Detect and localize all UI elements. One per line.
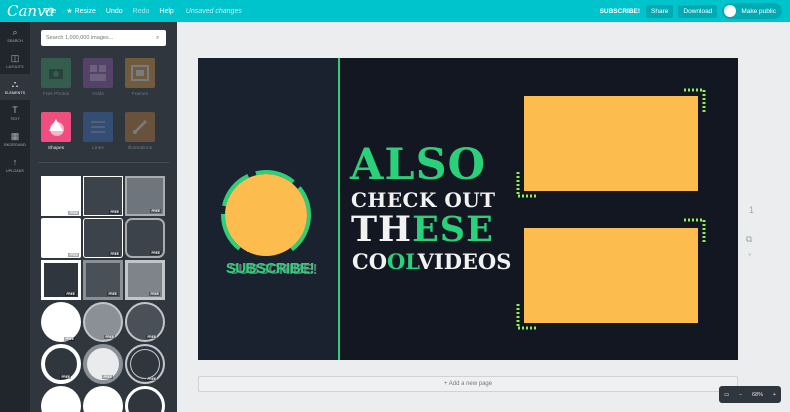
category-shapes[interactable]: Shapes	[41, 112, 71, 151]
shape-rounded-gray[interactable]: FREE	[125, 218, 165, 258]
shape-frame-light[interactable]: FREE	[125, 260, 165, 300]
elements-panel: ⌕ Free Photos Grids Frames Shapes Lines	[30, 22, 177, 412]
present-icon[interactable]: ▭	[724, 392, 729, 398]
add-page-button[interactable]: + Add a new page	[198, 376, 738, 392]
canvas-divider-line[interactable]	[338, 58, 340, 360]
image-search: ⌕	[41, 30, 166, 46]
frame-icon	[125, 58, 155, 88]
zoom-control: ▭ − 68% +	[719, 386, 781, 403]
shape-square-white[interactable]: FREE	[41, 176, 81, 216]
main-menu: File ★ Resize Undo Redo Help Unsaved cha…	[45, 7, 252, 16]
shape-circle-white[interactable]: FREE	[41, 302, 81, 342]
category-lines[interactable]: Lines	[83, 112, 113, 151]
headline-these[interactable]: THESE	[351, 212, 494, 247]
shape-circle-gray[interactable]: FREE	[83, 302, 123, 342]
text-icon: T	[12, 104, 18, 115]
document-title[interactable]: SUBSCRIBE!	[600, 8, 640, 15]
photo-circle[interactable]	[225, 174, 307, 256]
search-input[interactable]	[46, 35, 156, 41]
shape-circle-dark[interactable]: FREE	[125, 302, 165, 342]
rail-background[interactable]: ▦ BKGROUND	[0, 126, 30, 152]
delete-page-icon[interactable]: ▾	[748, 251, 752, 259]
rail-layouts[interactable]: ◫ LAYOUTS	[0, 48, 30, 74]
top-bar: Canva File ★ Resize Undo Redo Help Unsav…	[0, 0, 790, 22]
video-placeholder-2[interactable]	[524, 228, 698, 323]
menu-help[interactable]: Help	[159, 8, 173, 15]
panel-divider	[38, 162, 169, 163]
left-rail: ⌕ SEARCH ◫ LAYOUTS ⛬ ELEMENTS T TEXT ▦ B…	[0, 22, 30, 412]
video-placeholder-1[interactable]	[524, 96, 698, 191]
search-submit-icon[interactable]: ⌕	[156, 35, 159, 42]
corner-bracket-top-right-1[interactable]	[682, 86, 708, 114]
rail-text[interactable]: T TEXT	[0, 100, 30, 126]
grid-icon	[83, 58, 113, 88]
share-button[interactable]: Share	[646, 4, 674, 18]
rail-search[interactable]: ⌕ SEARCH	[0, 22, 30, 48]
search-icon: ⌕	[12, 26, 18, 37]
zoom-out-button[interactable]: −	[739, 392, 742, 398]
corner-bracket-top-right-2[interactable]	[682, 216, 708, 244]
shape-circle-white-2[interactable]	[41, 386, 81, 412]
page-number: 1	[749, 205, 755, 215]
camera-icon	[41, 58, 71, 88]
rail-uploads[interactable]: ↑ UPLOADS	[0, 152, 30, 178]
top-actions: SUBSCRIBE! Share Download Make public	[600, 0, 782, 22]
menu-redo[interactable]: Redo	[133, 8, 150, 15]
shape-ring-gray[interactable]: FREE	[83, 344, 123, 384]
zoom-in-button[interactable]: +	[773, 392, 776, 398]
shapes-icon	[41, 112, 71, 142]
background-icon: ▦	[10, 130, 20, 141]
shape-rounded-white[interactable]: FREE	[41, 218, 81, 258]
elements-icon: ⛬	[11, 78, 19, 89]
zoom-level[interactable]: 68%	[752, 392, 763, 398]
brush-icon	[125, 112, 155, 142]
corner-bracket-bottom-left-1[interactable]	[514, 170, 540, 200]
corner-bracket-bottom-left-2[interactable]	[514, 302, 540, 332]
lines-icon	[83, 112, 113, 142]
headline-cool-videos[interactable]: COOLVIDEOS	[352, 251, 511, 272]
shape-square-gray[interactable]: FREE	[125, 176, 165, 216]
shape-ring-double[interactable]: FREE	[125, 344, 165, 384]
save-status: Unsaved changes	[185, 7, 242, 15]
category-grids[interactable]: Grids	[83, 58, 113, 97]
design-canvas[interactable]: SUBSCRIBE! SUBSCRIBE! ALSO CHECK OUT THE…	[198, 58, 738, 360]
layouts-icon: ◫	[10, 52, 20, 63]
copy-page-icon[interactable]: ⧉	[746, 234, 752, 245]
menu-undo[interactable]: Undo	[106, 8, 123, 15]
shape-ring-white[interactable]: FREE	[41, 344, 81, 384]
rail-elements[interactable]: ⛬ ELEMENTS	[0, 74, 30, 100]
avatar	[724, 5, 737, 17]
shape-frame-white[interactable]: FREE	[41, 260, 81, 300]
uploads-icon: ↑	[12, 156, 18, 167]
category-free-photos[interactable]: Free Photos	[41, 58, 71, 97]
menu-file[interactable]: File	[45, 8, 56, 15]
shape-frame-gray[interactable]: FREE	[83, 260, 123, 300]
headline-also[interactable]: ALSO	[350, 144, 486, 187]
shape-circle-white-3[interactable]	[83, 386, 123, 412]
star-icon: ★	[66, 8, 73, 15]
make-public-button[interactable]: Make public	[722, 3, 782, 19]
canva-logo[interactable]: Canva	[7, 2, 55, 20]
download-button[interactable]: Download	[678, 4, 718, 18]
category-illustrations[interactable]: Illustrations	[125, 112, 155, 151]
shape-square-outline[interactable]: FREE	[83, 176, 123, 216]
shape-ring-white-2[interactable]	[125, 386, 165, 412]
shape-rounded-outline[interactable]: FREE	[83, 218, 123, 258]
subscribe-text[interactable]: SUBSCRIBE!	[208, 260, 332, 277]
headline-check-out[interactable]: CHECK OUT	[351, 190, 496, 210]
category-frames[interactable]: Frames	[125, 58, 155, 97]
menu-resize[interactable]: ★ Resize	[66, 7, 96, 15]
